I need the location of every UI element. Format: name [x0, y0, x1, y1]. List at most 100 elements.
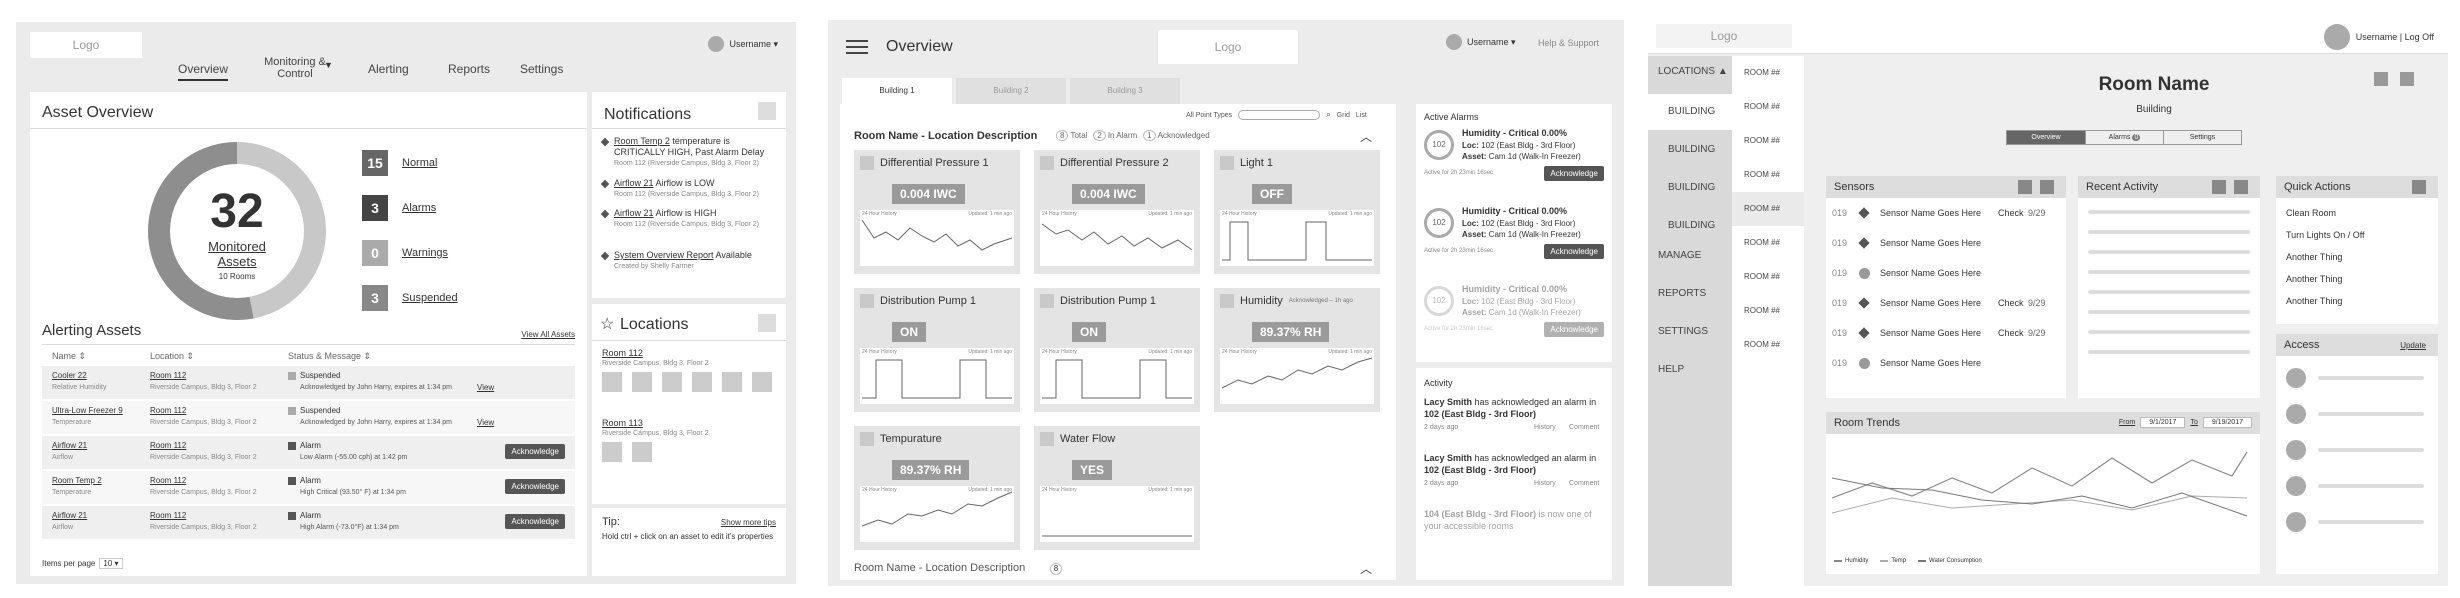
- user-menu[interactable]: Username | Log Off: [2323, 24, 2434, 50]
- card-action[interactable]: [2040, 180, 2054, 194]
- quick-action-item[interactable]: Another Thing: [2286, 252, 2342, 262]
- asset-thumbnail[interactable]: [602, 442, 622, 462]
- header-action[interactable]: [2374, 72, 2388, 86]
- acknowledge-button[interactable]: Acknowledge: [505, 514, 565, 529]
- nav-settings[interactable]: Settings: [520, 62, 563, 76]
- tab-building-1[interactable]: Building 1: [842, 78, 952, 104]
- quick-action-item[interactable]: Clean Room: [2286, 208, 2336, 218]
- point-tile[interactable]: Distribution Pump 1 ON 24 Hour History Upda…: [854, 288, 1020, 412]
- history-link[interactable]: History: [1534, 424, 1556, 431]
- quick-action-item[interactable]: Another Thing: [2286, 296, 2342, 306]
- point-tile[interactable]: Light 1 OFF 24 Hour History Updated: 1 min …: [1214, 150, 1380, 274]
- nav-building[interactable]: BUILDING: [1648, 208, 1732, 244]
- notification-link[interactable]: Room Temp 2: [614, 136, 670, 146]
- tile-checkbox[interactable]: [1040, 156, 1054, 170]
- sensor-row[interactable]: 019 Sensor Name Goes Here Check 9/29: [1832, 292, 2060, 314]
- point-tile[interactable]: Water Flow YES 24 Hour History Updated: 1 m…: [1034, 426, 1200, 550]
- nav-menu-item[interactable]: SETTINGS: [1658, 326, 1708, 337]
- nav-building[interactable]: BUILDING: [1648, 132, 1732, 168]
- nav-monitoring[interactable]: Monitoring & Control: [260, 56, 330, 80]
- search-icon[interactable]: ⌕: [1326, 110, 1330, 120]
- nav-building[interactable]: BUILDING: [1648, 94, 1732, 130]
- nav-room[interactable]: ROOM ##: [1732, 124, 1804, 158]
- tile-checkbox[interactable]: [860, 432, 874, 446]
- user-menu[interactable]: Username ▾: [1446, 34, 1516, 50]
- tile-checkbox[interactable]: [1220, 294, 1234, 308]
- asset-location[interactable]: Room 112: [150, 371, 186, 380]
- view-list[interactable]: List: [1356, 112, 1367, 119]
- nav-room[interactable]: ROOM ##: [1732, 192, 1804, 226]
- asset-location[interactable]: Room 112: [150, 476, 186, 485]
- nav-room[interactable]: ROOM ##: [1732, 56, 1804, 90]
- point-tile[interactable]: Differential Pressure 2 0.004 IWC 24 Hour …: [1034, 150, 1200, 274]
- help-link[interactable]: Help & Support: [1538, 38, 1599, 48]
- header-action[interactable]: [2400, 72, 2414, 86]
- view-grid[interactable]: Grid: [1337, 112, 1350, 119]
- access-update-link[interactable]: Update: [2400, 341, 2426, 350]
- point-tile[interactable]: Differential Pressure 1 0.004 IWC 24 Hour …: [854, 150, 1020, 274]
- user-menu[interactable]: Username ▾: [708, 36, 778, 52]
- tile-checkbox[interactable]: [860, 294, 874, 308]
- comment-link[interactable]: Comment: [1569, 480, 1599, 487]
- acknowledge-button[interactable]: Acknowledge: [1544, 322, 1604, 337]
- table-row[interactable]: Airflow 21 Airflow Room 112 Riverside Campu…: [42, 506, 575, 539]
- items-per-page-select[interactable]: 10 ▾: [99, 558, 123, 569]
- asset-location[interactable]: Room 112: [150, 406, 186, 415]
- logo[interactable]: Logo: [1656, 24, 1792, 48]
- acknowledge-button[interactable]: Acknowledge: [505, 479, 565, 494]
- star-icon[interactable]: ☆: [600, 314, 614, 334]
- asset-location[interactable]: Room 112: [150, 441, 186, 450]
- view-link[interactable]: View: [477, 383, 494, 392]
- asset-name[interactable]: Airflow 21: [52, 441, 87, 450]
- nav-room[interactable]: ROOM ##: [1732, 294, 1804, 328]
- col-status[interactable]: Status & Message ⇕: [288, 351, 371, 362]
- stat-alarms[interactable]: 3 Alarms: [362, 195, 436, 221]
- tip-more-link[interactable]: Show more tips: [721, 518, 776, 527]
- comment-link[interactable]: Comment: [1569, 424, 1599, 431]
- sensor-row[interactable]: 019 Sensor Name Goes Here: [1832, 352, 2060, 374]
- tile-checkbox[interactable]: [860, 156, 874, 170]
- filter-select[interactable]: [1238, 110, 1321, 120]
- quick-action-item[interactable]: Another Thing: [2286, 274, 2342, 284]
- nav-menu-item[interactable]: MANAGE: [1658, 250, 1701, 261]
- nav-room[interactable]: ROOM ##: [1732, 226, 1804, 260]
- point-tile[interactable]: Tempurature 89.37% RH 24 Hour History Updat…: [854, 426, 1020, 550]
- asset-name[interactable]: Room Temp 2: [52, 476, 102, 485]
- table-row[interactable]: Airflow 21 Airflow Room 112 Riverside Campu…: [42, 436, 575, 469]
- asset-location[interactable]: Room 112: [150, 511, 186, 520]
- table-row[interactable]: Room Temp 2 Temperature Room 112 Riverside …: [42, 471, 575, 504]
- asset-thumbnail[interactable]: [632, 442, 652, 462]
- stat-suspended[interactable]: 3 Suspended: [362, 285, 458, 311]
- asset-thumbnail[interactable]: [662, 372, 682, 392]
- point-tile[interactable]: Humidity Acknowledged – 1h ago 89.37% RH 24…: [1214, 288, 1380, 412]
- notification-link[interactable]: Airflow 21: [614, 178, 654, 188]
- from-date-input[interactable]: 9/1/2017: [2140, 417, 2186, 428]
- acknowledge-button[interactable]: Acknowledge: [1544, 166, 1604, 181]
- nav-menu-item[interactable]: HELP: [1658, 364, 1684, 375]
- asset-thumbnail[interactable]: [692, 372, 712, 392]
- asset-thumbnail[interactable]: [602, 372, 622, 392]
- nav-room[interactable]: ROOM ##: [1732, 90, 1804, 124]
- tile-checkbox[interactable]: [1040, 294, 1054, 308]
- seg-alarms[interactable]: Alarms 0: [2085, 131, 2163, 144]
- seg-overview[interactable]: Overview: [2007, 131, 2085, 144]
- view-all-link[interactable]: View All Assets: [521, 330, 575, 339]
- tab-building-3[interactable]: Building 3: [1070, 78, 1180, 104]
- sensor-row[interactable]: 019 Sensor Name Goes Here Check 9/29: [1832, 322, 2060, 344]
- seg-settings[interactable]: Settings: [2163, 131, 2241, 144]
- view-link[interactable]: View: [477, 418, 494, 427]
- stat-normal[interactable]: 15 Normal: [362, 150, 437, 176]
- collapse-icon[interactable]: ︿: [1360, 560, 1372, 577]
- card-action[interactable]: [2018, 180, 2032, 194]
- donut-label-1[interactable]: Monitored: [142, 239, 332, 254]
- nav-room[interactable]: ROOM ##: [1732, 260, 1804, 294]
- point-tile[interactable]: Distribution Pump 1 ON 24 Hour History Upda…: [1034, 288, 1200, 412]
- col-location[interactable]: Location ⇕: [150, 351, 194, 362]
- location-link[interactable]: Room 113: [602, 418, 643, 428]
- menu-icon[interactable]: [846, 40, 868, 54]
- logo[interactable]: Logo: [1158, 30, 1298, 64]
- asset-thumbnail[interactable]: [722, 372, 742, 392]
- tab-building-2[interactable]: Building 2: [956, 78, 1066, 104]
- collapse-icon[interactable]: ︿: [1360, 128, 1372, 145]
- table-row[interactable]: Ultra-Low Freezer 9 Temperature Room 112 Ri…: [42, 401, 575, 434]
